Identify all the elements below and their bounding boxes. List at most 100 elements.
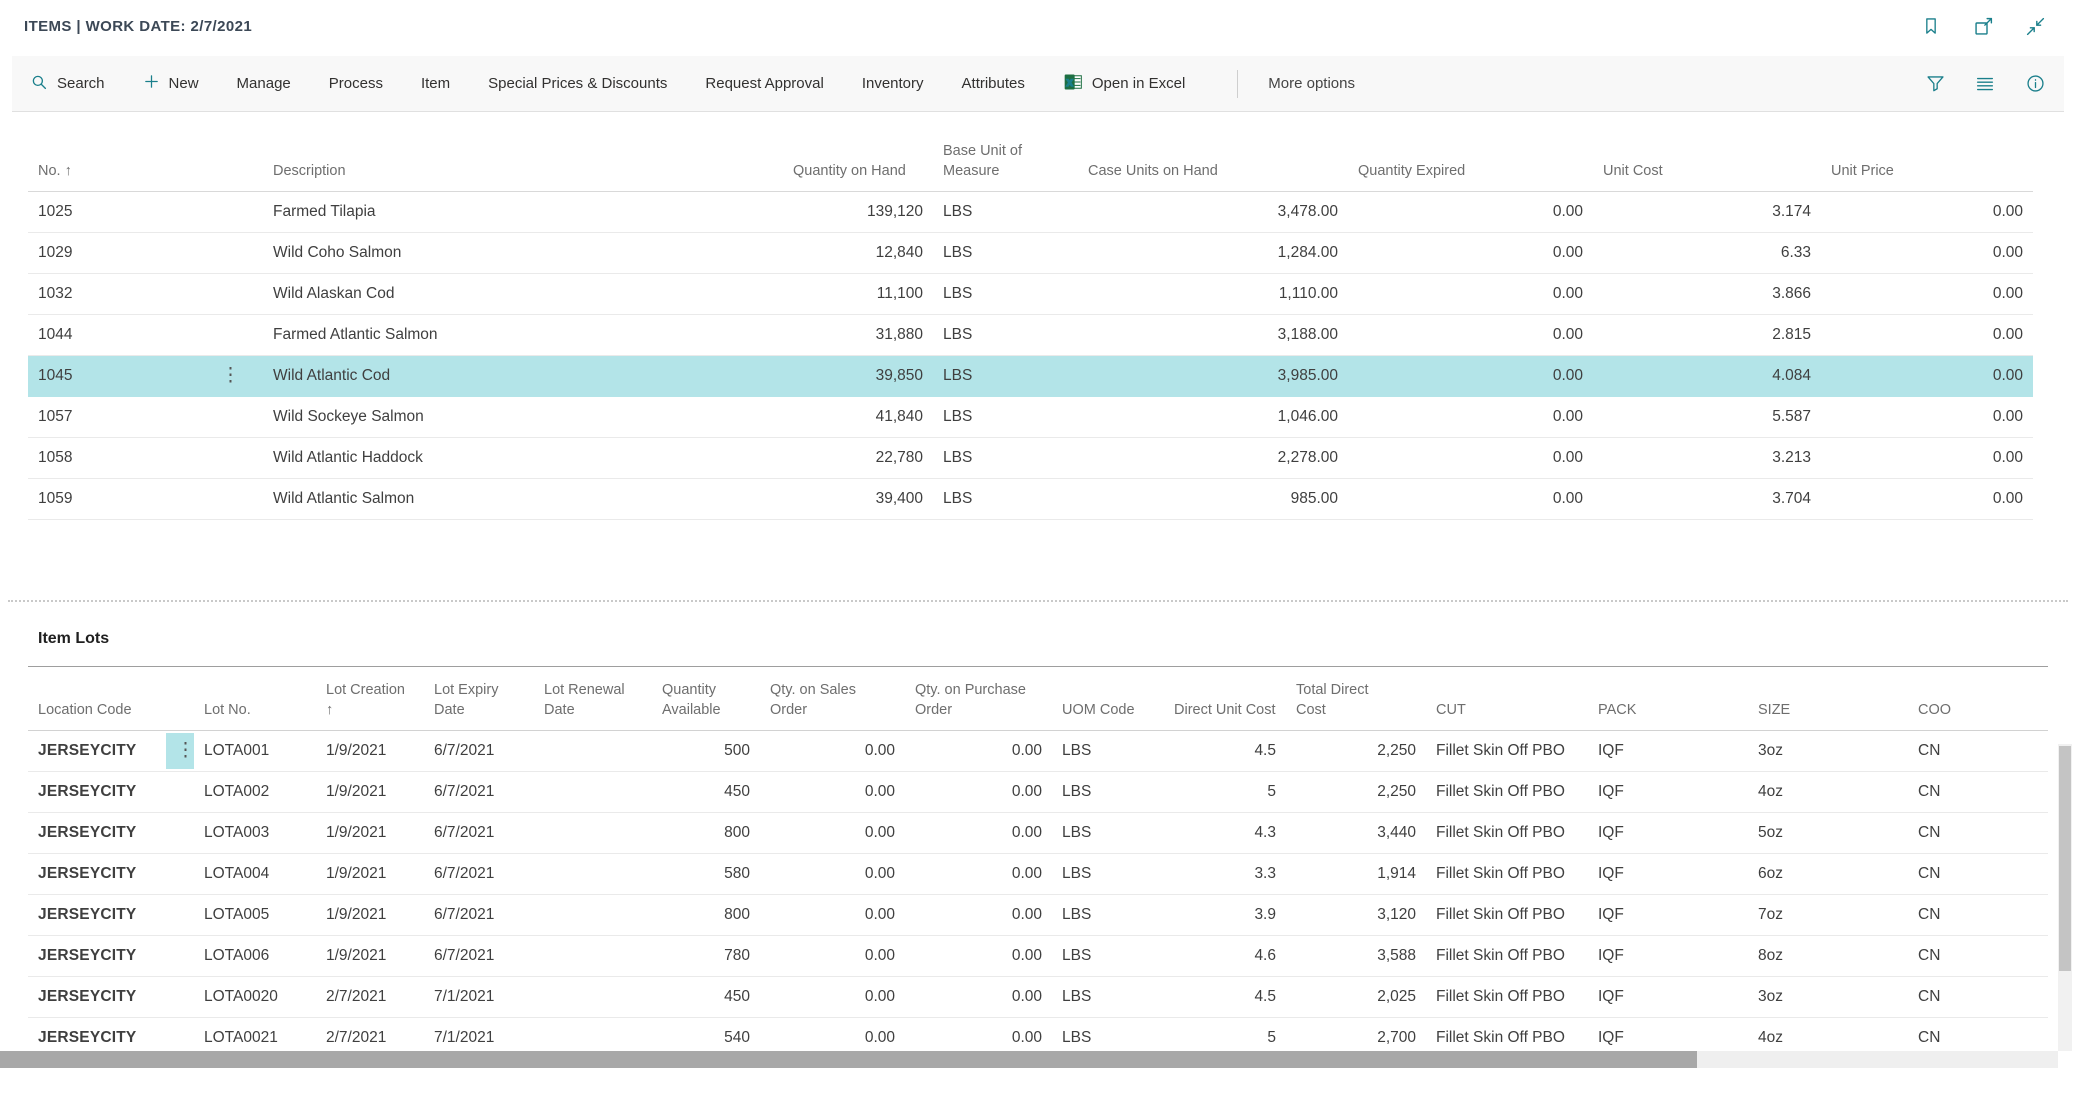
- cell-base_uom[interactable]: LBS: [933, 438, 1078, 479]
- col-base_uom[interactable]: Base Unit of Measure: [933, 142, 1078, 192]
- cell-coo[interactable]: CN: [1908, 854, 2048, 895]
- cell-uom[interactable]: LBS: [1052, 772, 1164, 813]
- pane-splitter[interactable]: [8, 600, 2068, 602]
- col-no[interactable]: No. ↑: [28, 142, 198, 192]
- cell-cut[interactable]: Fillet Skin Off PBO: [1426, 977, 1588, 1018]
- col-size[interactable]: SIZE: [1748, 667, 1908, 731]
- menu-manage[interactable]: Manage: [237, 75, 291, 92]
- row-ellipsis-menu[interactable]: ⋮: [221, 366, 240, 385]
- col-location[interactable]: Location Code: [28, 667, 156, 731]
- grid-row[interactable]: 1025Farmed Tilapia139,120LBS3,478.000.00…: [28, 192, 2033, 233]
- cell-base_uom[interactable]: LBS: [933, 315, 1078, 356]
- search-button[interactable]: Search: [30, 73, 105, 95]
- col-coo[interactable]: COO: [1908, 667, 2048, 731]
- col-lot_no[interactable]: Lot No.: [194, 667, 316, 731]
- row-ellipsis-menu[interactable]: ⋮: [166, 733, 194, 769]
- menu-request-approval[interactable]: Request Approval: [705, 75, 823, 92]
- cell-no[interactable]: 1025: [28, 192, 198, 233]
- col-total_direct_cost[interactable]: Total Direct Cost: [1286, 667, 1426, 731]
- cell-pack[interactable]: IQF: [1588, 854, 1748, 895]
- cell-uom[interactable]: LBS: [1052, 936, 1164, 977]
- open-in-excel-button[interactable]: X Open in Excel: [1063, 72, 1185, 96]
- cell-base_uom[interactable]: LBS: [933, 397, 1078, 438]
- list-view-icon[interactable]: [1974, 73, 1996, 95]
- grid-row[interactable]: 1045⋮Wild Atlantic Cod39,850LBS3,985.000…: [28, 356, 2033, 397]
- col-lot_renewal[interactable]: Lot Renewal Date: [534, 667, 652, 731]
- open-in-new-window-icon[interactable]: [1972, 15, 1994, 37]
- grid-row[interactable]: 1029Wild Coho Salmon12,840LBS1,284.000.0…: [28, 233, 2033, 274]
- cell-coo[interactable]: CN: [1908, 936, 2048, 977]
- menu-item[interactable]: Item: [421, 75, 450, 92]
- col-quantity_expired[interactable]: Quantity Expired: [1348, 142, 1593, 192]
- col-description[interactable]: Description: [263, 142, 783, 192]
- cell-base_uom[interactable]: LBS: [933, 479, 1078, 520]
- cell-size[interactable]: 5oz: [1748, 813, 1908, 854]
- cell-base_uom[interactable]: LBS: [933, 274, 1078, 315]
- vertical-scrollbar-thumb[interactable]: [2059, 746, 2071, 971]
- col-unit_cost[interactable]: Unit Cost: [1593, 142, 1821, 192]
- col-unit_price[interactable]: Unit Price: [1821, 142, 2033, 192]
- menu-inventory[interactable]: Inventory: [862, 75, 924, 92]
- col-pack[interactable]: PACK: [1588, 667, 1748, 731]
- cell-uom[interactable]: LBS: [1052, 895, 1164, 936]
- cell-cut[interactable]: Fillet Skin Off PBO: [1426, 895, 1588, 936]
- cell-size[interactable]: 3oz: [1748, 977, 1908, 1018]
- cell-coo[interactable]: CN: [1908, 895, 2048, 936]
- grid-row[interactable]: 1058Wild Atlantic Haddock22,780LBS2,278.…: [28, 438, 2033, 479]
- grid-row[interactable]: JERSEYCITYLOTA0021/9/20216/7/20214500.00…: [28, 772, 2048, 813]
- grid-row[interactable]: JERSEYCITYLOTA00202/7/20217/1/20214500.0…: [28, 977, 2048, 1018]
- cell-pack[interactable]: IQF: [1588, 731, 1748, 772]
- filter-icon[interactable]: [1924, 73, 1946, 95]
- col-direct_unit_cost[interactable]: Direct Unit Cost: [1164, 667, 1286, 731]
- cell-size[interactable]: 3oz: [1748, 731, 1908, 772]
- cell-coo[interactable]: CN: [1908, 772, 2048, 813]
- grid-row[interactable]: JERSEYCITYLOTA0041/9/20216/7/20215800.00…: [28, 854, 2048, 895]
- col-case_units_on_hand[interactable]: Case Units on Hand: [1078, 142, 1348, 192]
- cell-pack[interactable]: IQF: [1588, 895, 1748, 936]
- col-cut[interactable]: CUT: [1426, 667, 1588, 731]
- grid-row[interactable]: JERSEYCITYLOTA0051/9/20216/7/20218000.00…: [28, 895, 2048, 936]
- cell-uom[interactable]: LBS: [1052, 813, 1164, 854]
- cell-coo[interactable]: CN: [1908, 813, 2048, 854]
- menu-attributes[interactable]: Attributes: [962, 75, 1025, 92]
- cell-base_uom[interactable]: LBS: [933, 192, 1078, 233]
- menu-special-prices-discounts[interactable]: Special Prices & Discounts: [488, 75, 667, 92]
- col-lot_expiry[interactable]: Lot Expiry Date: [424, 667, 534, 731]
- cell-uom[interactable]: LBS: [1052, 977, 1164, 1018]
- vertical-scrollbar[interactable]: [2058, 744, 2072, 1051]
- cell-no[interactable]: 1044: [28, 315, 198, 356]
- cell-no[interactable]: 1057: [28, 397, 198, 438]
- cell-coo[interactable]: CN: [1908, 977, 2048, 1018]
- grid-row[interactable]: 1032Wild Alaskan Cod11,100LBS1,110.000.0…: [28, 274, 2033, 315]
- cell-cut[interactable]: Fillet Skin Off PBO: [1426, 854, 1588, 895]
- cell-size[interactable]: 4oz: [1748, 772, 1908, 813]
- cell-pack[interactable]: IQF: [1588, 772, 1748, 813]
- col-qty_purchase[interactable]: Qty. on Purchase Order: [905, 667, 1052, 731]
- col-lot_creation[interactable]: Lot Creation ↑: [316, 667, 424, 731]
- bookmark-icon[interactable]: [1920, 15, 1942, 37]
- cell-no[interactable]: 1059: [28, 479, 198, 520]
- cell-cut[interactable]: Fillet Skin Off PBO: [1426, 936, 1588, 977]
- more-options-button[interactable]: More options: [1268, 75, 1355, 92]
- cell-no[interactable]: 1058: [28, 438, 198, 479]
- cell-cut[interactable]: Fillet Skin Off PBO: [1426, 731, 1588, 772]
- grid-row[interactable]: 1057Wild Sockeye Salmon41,840LBS1,046.00…: [28, 397, 2033, 438]
- grid-row[interactable]: JERSEYCITYLOTA0061/9/20216/7/20217800.00…: [28, 936, 2048, 977]
- cell-base_uom[interactable]: LBS: [933, 356, 1078, 397]
- cell-size[interactable]: 7oz: [1748, 895, 1908, 936]
- grid-row[interactable]: JERSEYCITY⋮LOTA0011/9/20216/7/20215000.0…: [28, 731, 2048, 772]
- cell-cut[interactable]: Fillet Skin Off PBO: [1426, 772, 1588, 813]
- col-qty_available[interactable]: Quantity Available: [652, 667, 760, 731]
- col-uom[interactable]: UOM Code: [1052, 667, 1164, 731]
- grid-row[interactable]: JERSEYCITYLOTA0031/9/20216/7/20218000.00…: [28, 813, 2048, 854]
- cell-coo[interactable]: CN: [1908, 731, 2048, 772]
- cell-no[interactable]: 1032: [28, 274, 198, 315]
- horizontal-scrollbar-thumb[interactable]: [0, 1051, 1697, 1068]
- collapse-icon[interactable]: [2024, 15, 2046, 37]
- cell-pack[interactable]: IQF: [1588, 977, 1748, 1018]
- col-qty_sales[interactable]: Qty. on Sales Order: [760, 667, 905, 731]
- cell-pack[interactable]: IQF: [1588, 936, 1748, 977]
- horizontal-scrollbar[interactable]: [0, 1051, 2058, 1068]
- cell-size[interactable]: 6oz: [1748, 854, 1908, 895]
- cell-base_uom[interactable]: LBS: [933, 233, 1078, 274]
